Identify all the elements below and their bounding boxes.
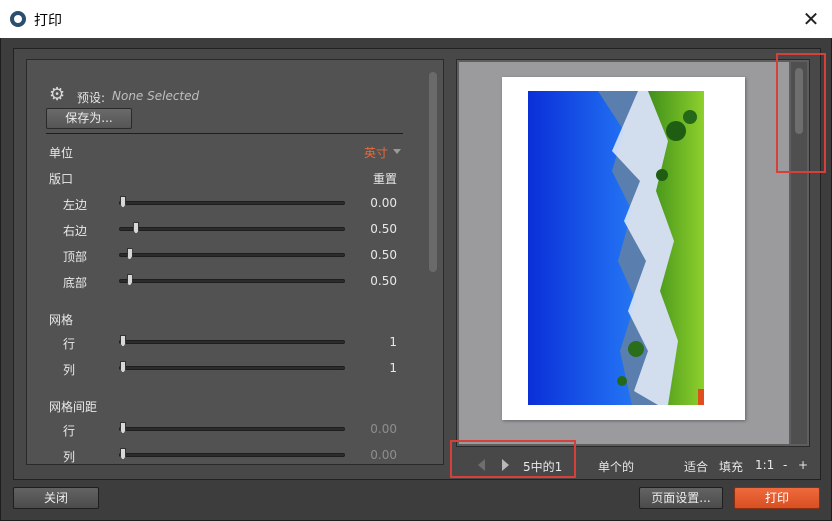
margin-bottom-value[interactable]: 0.50: [370, 274, 397, 288]
grid-rows-slider[interactable]: [119, 335, 345, 347]
slider-thumb[interactable]: [120, 448, 126, 460]
window-title: 打印: [34, 13, 62, 29]
margin-bottom-slider[interactable]: [119, 274, 345, 286]
preview-canvas[interactable]: [459, 62, 789, 444]
grid-columns-value[interactable]: 1: [389, 361, 397, 375]
photo-thumbnail: [528, 91, 704, 405]
margin-bottom-label: 底部: [63, 276, 88, 290]
spacing-rows-slider[interactable]: [119, 422, 345, 434]
units-label: 单位: [49, 146, 74, 160]
slider-thumb[interactable]: [120, 422, 126, 434]
zoom-out-button[interactable]: -: [783, 458, 787, 472]
fit-button[interactable]: 适合: [684, 458, 708, 475]
page-setup-button[interactable]: 页面设置...: [639, 487, 723, 509]
slider-thumb[interactable]: [120, 335, 126, 347]
margin-right-label: 右边: [63, 224, 88, 238]
spacing-rows-value: 0.00: [370, 422, 397, 436]
margin-right-slider[interactable]: [119, 222, 345, 234]
grid-spacing-label: 网格间距: [49, 400, 98, 414]
chevron-down-icon[interactable]: [393, 149, 401, 154]
margin-top-label: 顶部: [63, 250, 88, 264]
highlight-box-page-nav: [450, 440, 576, 478]
gear-icon[interactable]: ⚙: [49, 86, 67, 104]
spacing-rows-label: 行: [63, 424, 76, 438]
app-logo-icon: [10, 11, 26, 27]
slider-thumb[interactable]: [126, 274, 133, 286]
zoom-actual-size-button[interactable]: 1:1: [755, 458, 774, 472]
layout-mode-selector[interactable]: 单个的: [598, 458, 634, 475]
spacing-columns-slider[interactable]: [119, 448, 345, 460]
spacing-columns-label: 列: [63, 450, 76, 464]
grid-rows-label: 行: [63, 337, 76, 351]
grid-columns-label: 列: [63, 363, 76, 377]
margin-top-slider[interactable]: [119, 248, 345, 260]
paper-preview: [502, 77, 745, 420]
spacing-columns-value: 0.00: [370, 448, 397, 462]
fill-button[interactable]: 填充: [719, 458, 743, 475]
highlight-box-scrollbar: [776, 53, 826, 173]
slider-thumb[interactable]: [126, 248, 133, 260]
margin-left-value[interactable]: 0.00: [370, 196, 397, 210]
print-preview-panel: [456, 59, 810, 447]
margin-right-value[interactable]: 0.50: [370, 222, 397, 236]
main-frame: ⚙ 预设: None Selected 保存为... 单位 英寸 版口 重置 左…: [13, 48, 826, 480]
margin-left-slider[interactable]: [119, 196, 345, 208]
close-window-icon[interactable]: ✕: [798, 6, 824, 32]
title-bar: 打印 ✕: [0, 0, 832, 38]
margin-top-value[interactable]: 0.50: [370, 248, 397, 262]
margin-left-label: 左边: [63, 198, 88, 212]
preset-label: 预设:: [77, 91, 106, 105]
divider: [46, 133, 403, 134]
print-dialog-body: ⚙ 预设: None Selected 保存为... 单位 英寸 版口 重置 左…: [0, 38, 832, 521]
grid-columns-slider[interactable]: [119, 361, 345, 373]
grid-label: 网格: [49, 313, 74, 327]
preset-value[interactable]: None Selected: [112, 89, 199, 103]
slider-thumb[interactable]: [133, 222, 140, 234]
margins-label: 版口: [49, 172, 74, 186]
slider-thumb[interactable]: [120, 361, 126, 373]
units-dropdown[interactable]: 英寸: [364, 144, 388, 161]
settings-panel: ⚙ 预设: None Selected 保存为... 单位 英寸 版口 重置 左…: [26, 59, 444, 465]
zoom-in-button[interactable]: +: [798, 458, 808, 472]
margins-reset-link[interactable]: 重置: [373, 170, 397, 187]
print-button[interactable]: 打印: [734, 487, 820, 509]
save-as-button[interactable]: 保存为...: [46, 108, 132, 129]
grid-rows-value[interactable]: 1: [389, 335, 397, 349]
close-button[interactable]: 关闭: [13, 487, 99, 509]
slider-thumb[interactable]: [120, 196, 126, 208]
settings-scrollbar[interactable]: [429, 72, 437, 272]
